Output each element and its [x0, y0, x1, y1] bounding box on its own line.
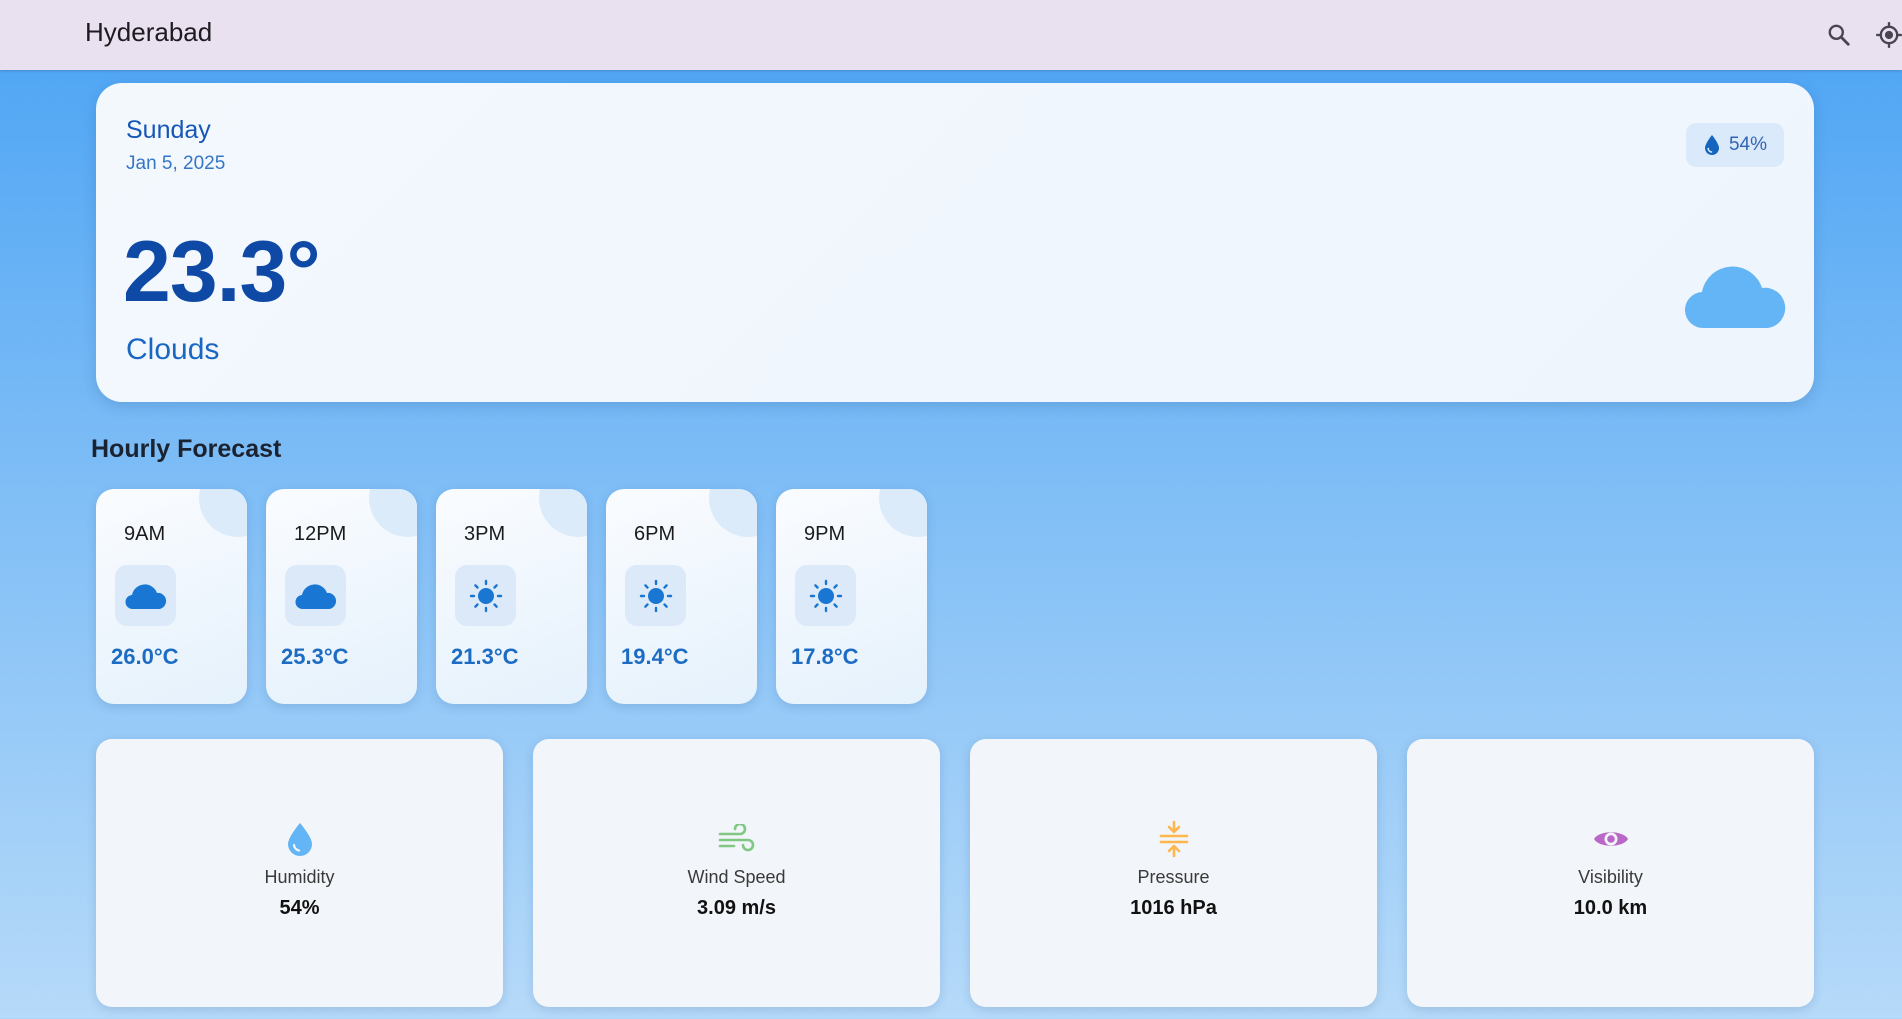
stat-value: 10.0 km [1573, 897, 1648, 919]
hourly-time: 3PM [464, 523, 506, 545]
current-weather-card: Sunday Jan 5, 2025 54% 23.3° Clouds [96, 83, 1814, 402]
sun-icon [639, 579, 672, 612]
water-drop-icon [280, 819, 320, 859]
pressure-card: Pressure 1016 hPa [970, 739, 1377, 1007]
hourly-card[interactable]: 9PM 17.8°C [776, 489, 927, 704]
wind-icon [717, 819, 757, 859]
stat-value: 54% [279, 897, 320, 919]
hourly-icon-box [115, 565, 176, 626]
hourly-icon-box [795, 565, 856, 626]
wind-speed-card: Wind Speed 3.09 m/s [533, 739, 940, 1007]
eye-icon [1591, 819, 1631, 859]
hourly-card[interactable]: 9AM 26.0°C [96, 489, 247, 704]
cloud-icon [1684, 266, 1786, 329]
hourly-icon-box [455, 565, 516, 626]
stat-label: Humidity [264, 867, 335, 887]
hourly-time: 9PM [804, 523, 846, 545]
hourly-card[interactable]: 3PM 21.3°C [436, 489, 587, 704]
stat-value: 3.09 m/s [697, 897, 776, 919]
humidity-chip: 54% [1686, 123, 1784, 167]
hourly-temperature: 25.3°C [281, 644, 349, 669]
card-decoration [709, 489, 757, 537]
search-button[interactable] [1822, 18, 1856, 52]
cloud-icon [294, 583, 336, 609]
hourly-time: 6PM [634, 523, 676, 545]
date-label: Jan 5, 2025 [126, 153, 226, 174]
day-label: Sunday [126, 116, 211, 144]
search-icon [1828, 24, 1850, 46]
hourly-time: 12PM [294, 523, 347, 545]
water-drop-icon [1704, 135, 1719, 155]
hourly-forecast-title: Hourly Forecast [91, 435, 282, 463]
hourly-temperature: 19.4°C [621, 644, 689, 669]
hourly-time: 9AM [124, 523, 166, 545]
app-bar: Hyderabad [0, 0, 1902, 70]
humidity-chip-value: 54% [1728, 134, 1768, 155]
card-decoration [199, 489, 247, 537]
hourly-card[interactable]: 6PM 19.4°C [606, 489, 757, 704]
humidity-card: Humidity 54% [96, 739, 503, 1007]
visibility-card: Visibility 10.0 km [1407, 739, 1814, 1007]
card-decoration [369, 489, 417, 537]
current-temperature: 23.3° [123, 224, 321, 320]
sun-icon [469, 579, 502, 612]
city-title: Hyderabad [85, 17, 213, 47]
my-location-button[interactable] [1872, 18, 1902, 52]
my-location-icon [1876, 22, 1902, 48]
hourly-temperature: 26.0°C [111, 644, 179, 669]
hourly-temperature: 21.3°C [451, 644, 519, 669]
hourly-temperature: 17.8°C [791, 644, 859, 669]
stat-value: 1016 hPa [1130, 897, 1217, 919]
sun-icon [809, 579, 842, 612]
hourly-icon-box [285, 565, 346, 626]
hourly-icon-box [625, 565, 686, 626]
card-decoration [879, 489, 927, 537]
stat-label: Pressure [1137, 867, 1210, 887]
cloud-icon [124, 583, 166, 609]
stat-label: Wind Speed [687, 867, 786, 887]
stat-label: Visibility [1578, 867, 1643, 887]
weather-condition: Clouds [126, 333, 220, 366]
card-decoration [539, 489, 587, 537]
compress-icon [1154, 819, 1194, 859]
hourly-card[interactable]: 12PM 25.3°C [266, 489, 417, 704]
